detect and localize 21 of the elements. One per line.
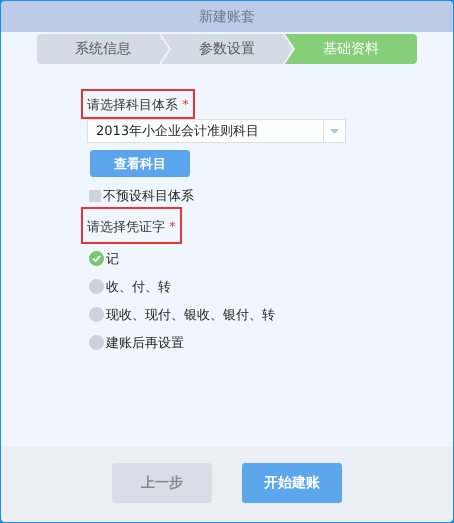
previous-step-button[interactable]: 上一步 xyxy=(112,462,212,502)
dropdown-arrow-icon xyxy=(330,128,339,134)
radio-checked-icon[interactable] xyxy=(89,251,104,266)
radio-button[interactable] xyxy=(89,279,104,294)
step-tab[interactable]: 系统信息 xyxy=(37,34,169,64)
radio-label: 收、付、转 xyxy=(106,278,171,296)
field-label: 请选择凭证字 * xyxy=(81,207,182,244)
step-tab[interactable]: 参数设置 xyxy=(161,34,293,64)
checkbox[interactable] xyxy=(89,190,101,202)
radio-button[interactable] xyxy=(89,335,104,350)
radio-label: 现收、现付、银收、银付、转 xyxy=(106,306,275,324)
window-title: 新建账套 xyxy=(199,8,255,26)
subject-system-dropdown[interactable]: 2013年小企业会计准则科目 xyxy=(87,119,346,143)
radio-label: 建账后再设置 xyxy=(106,334,184,352)
step-tab[interactable]: 基础资料 xyxy=(285,34,417,64)
view-subjects-button[interactable]: 查看科目 xyxy=(90,150,190,177)
radio-label: 记 xyxy=(106,250,119,268)
checkbox-label: 不预设科目体系 xyxy=(103,188,194,205)
field-label: 请选择科目体系 * xyxy=(81,89,195,119)
start-button[interactable]: 开始建账 xyxy=(242,462,342,502)
radio-button[interactable] xyxy=(89,307,104,322)
